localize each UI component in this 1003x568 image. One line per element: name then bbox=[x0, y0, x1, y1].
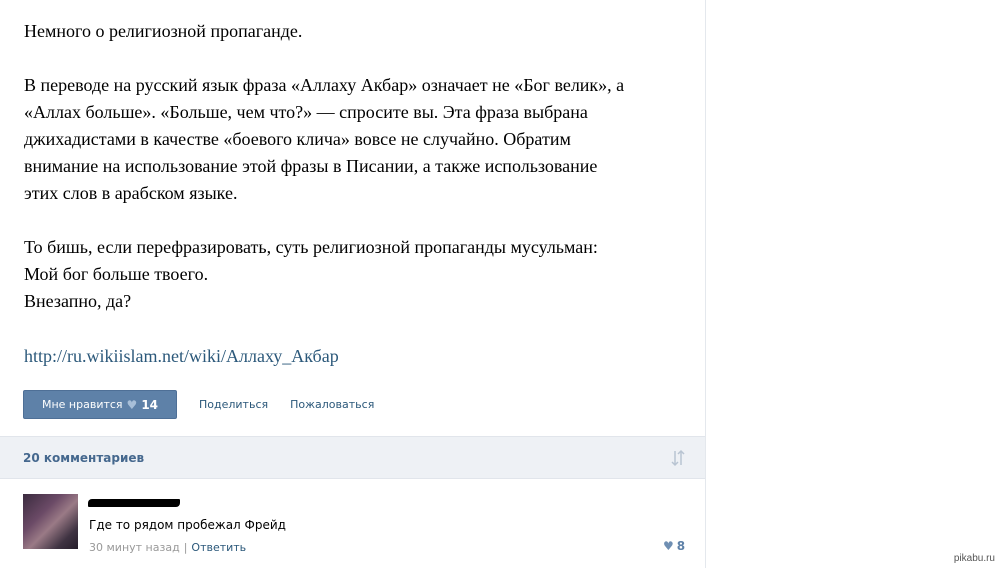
heart-icon: ♥ bbox=[663, 539, 674, 553]
post-actions: Мне нравится ♥ 14 Поделиться Пожаловатьс… bbox=[23, 390, 374, 419]
post-line: внимание на использование этой фразы в П… bbox=[24, 156, 598, 176]
avatar[interactable] bbox=[23, 494, 78, 549]
post-line: Немного о религиозной пропаганде. bbox=[24, 21, 303, 41]
post-line: То бишь, если перефразировать, суть рели… bbox=[24, 237, 598, 257]
comment-item: Где то рядом пробежал Фрейд 30 минут наз… bbox=[0, 480, 705, 568]
post-line: Мой бог больше твоего. bbox=[24, 264, 209, 284]
sort-arrows-icon[interactable] bbox=[670, 449, 686, 467]
post-line: Внезапно, да? bbox=[24, 291, 132, 311]
post-line: В переводе на русский язык фраза «Аллаху… bbox=[24, 75, 625, 95]
heart-icon: ♥ bbox=[126, 397, 138, 412]
comments-header: 20 комментариев bbox=[0, 436, 705, 479]
author-name-redacted bbox=[88, 499, 180, 507]
comments-count[interactable]: 20 комментариев bbox=[23, 451, 144, 465]
like-button[interactable]: Мне нравится ♥ 14 bbox=[23, 390, 177, 419]
report-link[interactable]: Пожаловаться bbox=[290, 398, 374, 411]
comment-meta: 30 минут назад | Ответить bbox=[89, 541, 246, 554]
meta-divider: | bbox=[183, 541, 188, 554]
like-label: Мне нравится bbox=[41, 398, 123, 411]
post-text: Немного о религиозной пропаганде. В пере… bbox=[24, 18, 684, 315]
reply-link[interactable]: Ответить bbox=[191, 541, 246, 554]
comment-like-count: 8 bbox=[676, 539, 686, 553]
post-line: «Аллах больше». «Больше, чем что?» — спр… bbox=[24, 102, 588, 122]
comment-time[interactable]: 30 минут назад bbox=[89, 541, 180, 554]
post-line: джихадистами в качестве «боевого клича» … bbox=[24, 129, 571, 149]
comment-like-button[interactable]: ♥ 8 bbox=[663, 539, 685, 553]
comment-text: Где то рядом пробежал Фрейд bbox=[89, 518, 286, 532]
watermark: pikabu.ru bbox=[953, 553, 995, 564]
post-line: этих слов в арабском языке. bbox=[24, 183, 238, 203]
wiki-link[interactable]: http://ru.wikiislam.net/wiki/Аллаху_Акба… bbox=[24, 343, 339, 370]
share-link[interactable]: Поделиться bbox=[199, 398, 268, 411]
post-card: Немного о религиозной пропаганде. В пере… bbox=[0, 0, 706, 568]
like-count: 14 bbox=[141, 397, 159, 412]
